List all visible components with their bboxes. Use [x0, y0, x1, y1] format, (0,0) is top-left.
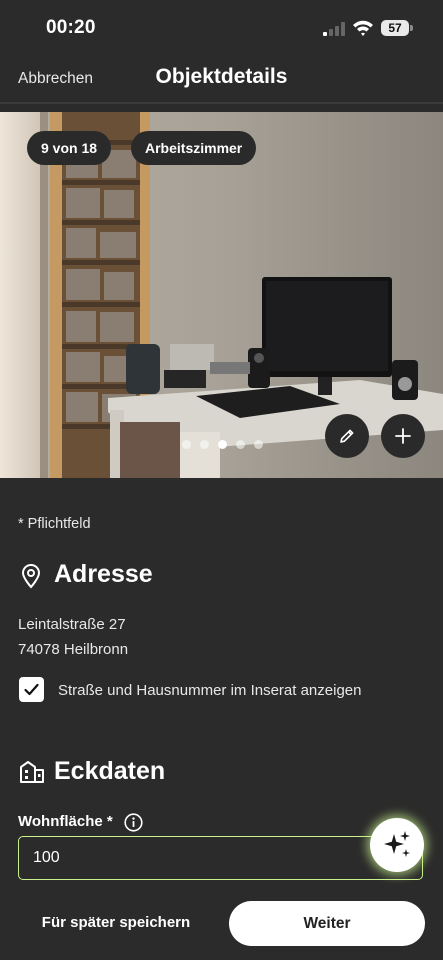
next-button[interactable]: Weiter — [229, 901, 425, 946]
battery-level: 57 — [381, 20, 409, 36]
photo-illustration — [0, 112, 443, 478]
status-time: 00:20 — [46, 17, 96, 38]
address-section-title: Adresse — [54, 560, 153, 588]
cancel-button[interactable]: Abbrechen — [18, 70, 93, 88]
address-city: 74078 Heilbronn — [18, 641, 129, 658]
info-icon[interactable] — [124, 813, 143, 832]
pagination-dot — [236, 440, 245, 449]
required-field-note: * Pflichtfeld — [18, 516, 91, 532]
sparkles-icon — [384, 831, 410, 857]
photo-pagination-dots — [182, 440, 263, 449]
pagination-dot — [200, 440, 209, 449]
room-label-badge[interactable]: Arbeitszimmer — [131, 131, 257, 165]
edit-photo-button[interactable] — [325, 414, 369, 458]
show-address-checkbox[interactable] — [19, 677, 44, 702]
add-photo-button[interactable] — [381, 414, 425, 458]
location-pin-icon — [21, 564, 41, 589]
living-area-input[interactable]: 100 — [18, 836, 423, 880]
battery-cap — [410, 25, 413, 31]
room-photo[interactable] — [0, 112, 443, 478]
building-icon — [20, 761, 44, 783]
cellular-signal-icon — [323, 22, 345, 36]
wifi-icon — [353, 20, 373, 36]
ai-assistant-button[interactable] — [370, 818, 424, 872]
pagination-dot-active — [218, 440, 227, 449]
photo-counter-badge: 9 von 18 — [27, 131, 112, 165]
key-data-section-title: Eckdaten — [54, 757, 166, 785]
header-divider — [0, 102, 443, 104]
living-area-label: Wohnfläche * — [18, 813, 113, 830]
pencil-icon — [340, 429, 354, 443]
show-address-label[interactable]: Straße und Hausnummer im Inserat anzeige… — [58, 682, 361, 699]
pagination-dot — [182, 440, 191, 449]
plus-icon — [395, 428, 411, 444]
save-later-button[interactable]: Für später speichern — [18, 900, 214, 946]
address-street: Leintalstraße 27 — [18, 616, 126, 633]
pagination-dot — [254, 440, 263, 449]
checkmark-icon — [24, 683, 39, 696]
